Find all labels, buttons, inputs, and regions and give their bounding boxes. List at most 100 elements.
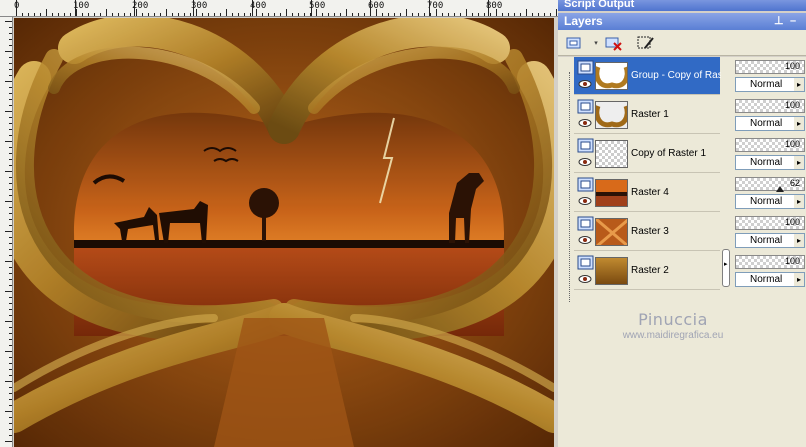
- close-panel-icon[interactable]: –: [790, 13, 796, 30]
- layer-thumbnail: [595, 218, 628, 246]
- layer-properties-column: 100 Normal ▸ 100 Normal ▸ 100 Normal ▸ 62 N…: [733, 57, 806, 447]
- ruler-tick: [232, 13, 233, 16]
- ruler-tick: [9, 219, 12, 220]
- visibility-eye-icon[interactable]: [578, 80, 592, 88]
- ruler-tick: [478, 13, 479, 16]
- blend-mode-value: Normal: [750, 274, 783, 285]
- ruler-tick: [9, 129, 12, 130]
- chevron-right-icon: ▸: [794, 195, 804, 208]
- ruler-tick: [5, 231, 12, 232]
- horizontal-ruler[interactable]: 0100200300400500600700800: [0, 0, 558, 17]
- ruler-tick: [5, 141, 12, 142]
- visibility-eye-icon[interactable]: [578, 236, 592, 244]
- watermark: Pinuccia www.maidiregrafica.eu: [608, 310, 738, 341]
- ruler-tick: [9, 225, 12, 226]
- layers-panel-titlebar[interactable]: Layers ⊥ –: [558, 13, 806, 30]
- ruler-tick: [550, 13, 551, 16]
- blend-mode-select[interactable]: Normal ▸: [735, 194, 805, 209]
- delete-layer-icon: [605, 37, 622, 51]
- ruler-tick: [226, 9, 227, 16]
- ruler-tick: [9, 315, 12, 316]
- edit-selection-button[interactable]: [636, 33, 656, 53]
- chevron-right-icon: ▸: [794, 78, 804, 91]
- layer-thumbnail: [595, 257, 628, 285]
- visibility-eye-icon[interactable]: [578, 275, 592, 283]
- ruler-tick: [5, 351, 12, 352]
- opacity-slider[interactable]: 62: [735, 177, 805, 192]
- ruler-tick: [9, 63, 12, 64]
- blend-mode-select[interactable]: Normal ▸: [735, 272, 805, 287]
- ruler-tick: [9, 273, 12, 274]
- chevron-right-icon: ▸: [794, 273, 804, 286]
- ruler-tick: [250, 13, 251, 16]
- blend-mode-select[interactable]: Normal ▸: [735, 233, 805, 248]
- ruler-tick: [358, 13, 359, 16]
- layer-row-raster-4[interactable]: Raster 4: [574, 174, 720, 212]
- ruler-tick: [382, 13, 383, 16]
- ruler-tick: [9, 423, 12, 424]
- opacity-slider[interactable]: 100: [735, 99, 805, 113]
- layer-props-1: 100 Normal ▸: [733, 96, 806, 134]
- new-layer-button[interactable]: [564, 33, 584, 53]
- delete-layer-button[interactable]: [604, 33, 624, 53]
- opacity-value: 100: [784, 61, 800, 71]
- layer-type-icon: [577, 177, 594, 192]
- ruler-tick: [9, 297, 12, 298]
- new-layer-dropdown[interactable]: ▾: [586, 33, 606, 53]
- ruler-tick: [9, 27, 12, 28]
- watermark-name: Pinuccia: [638, 310, 708, 329]
- ruler-tick: [9, 213, 12, 214]
- ruler-tick: [466, 9, 467, 16]
- opacity-slider[interactable]: 100: [735, 216, 805, 230]
- blend-mode-value: Normal: [750, 196, 783, 207]
- panel-splitter-handle[interactable]: ▸: [722, 249, 730, 287]
- ruler-tick: [9, 69, 12, 70]
- ruler-tick: [5, 111, 12, 112]
- ruler-tick: [5, 441, 12, 442]
- ruler-major-tick: [311, 0, 312, 16]
- blend-mode-select[interactable]: Normal ▸: [735, 155, 805, 170]
- ruler-tick: [100, 13, 101, 16]
- image-canvas[interactable]: [14, 18, 554, 447]
- layer-row-raster-3[interactable]: Raster 3: [574, 213, 720, 251]
- opacity-value: 100: [784, 256, 800, 266]
- ruler-tick: [9, 135, 12, 136]
- blend-mode-value: Normal: [750, 118, 783, 129]
- ruler-tick: [178, 13, 179, 16]
- visibility-eye-icon[interactable]: [578, 119, 592, 127]
- visibility-eye-icon[interactable]: [578, 158, 592, 166]
- ruler-tick: [9, 357, 12, 358]
- ruler-tick: [9, 339, 12, 340]
- layer-row-raster-2[interactable]: Raster 2: [574, 252, 720, 290]
- ruler-tick: [448, 13, 449, 16]
- opacity-slider[interactable]: 100: [735, 255, 805, 269]
- ruler-major-tick: [488, 0, 489, 16]
- ruler-tick: [58, 13, 59, 16]
- opacity-value: 100: [784, 217, 800, 227]
- layer-type-icon: [577, 99, 594, 114]
- opacity-slider[interactable]: 100: [735, 60, 805, 74]
- layer-props-5: 100 Normal ▸: [733, 252, 806, 290]
- artwork: [14, 18, 554, 447]
- opacity-slider[interactable]: 100: [735, 138, 805, 152]
- ruler-tick: [124, 13, 125, 16]
- layer-row-raster-1[interactable]: Raster 1: [574, 96, 720, 134]
- pin-icon[interactable]: ⊥: [774, 13, 784, 30]
- layer-type-icon: [577, 138, 594, 153]
- chevron-right-icon: ▸: [724, 261, 728, 268]
- ruler-tick: [526, 9, 527, 16]
- blend-mode-select[interactable]: Normal ▸: [735, 116, 805, 131]
- blend-mode-select[interactable]: Normal ▸: [735, 77, 805, 92]
- layer-thumbnail: [595, 179, 628, 207]
- vertical-ruler[interactable]: [0, 17, 13, 447]
- ruler-major-tick: [429, 0, 430, 16]
- ruler-tick: [472, 13, 473, 16]
- script-output-titlebar[interactable]: Script Output: [558, 0, 806, 11]
- opacity-marker[interactable]: [776, 186, 784, 192]
- layer-type-icon: [577, 255, 594, 270]
- layer-row-group-copy-of-raster-1[interactable]: Group - Copy of Raster 1: [574, 57, 721, 95]
- layer-row-copy-of-raster-1[interactable]: Copy of Raster 1: [574, 135, 720, 173]
- ruler-tick: [9, 165, 12, 166]
- ruler-tick: [9, 75, 12, 76]
- visibility-eye-icon[interactable]: [578, 197, 592, 205]
